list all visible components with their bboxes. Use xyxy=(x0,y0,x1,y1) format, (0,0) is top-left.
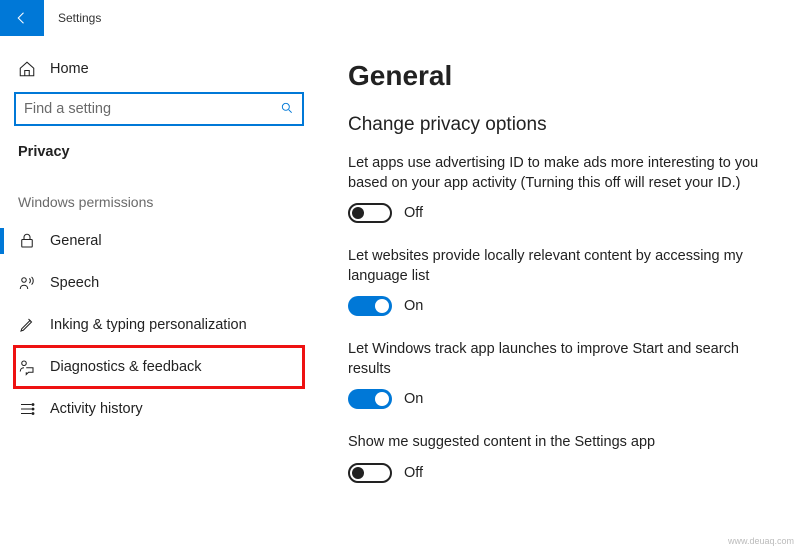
sidebar-item-activity[interactable]: Activity history xyxy=(14,388,304,430)
group-header: Windows permissions xyxy=(18,194,304,210)
sidebar-item-diagnostics[interactable]: Diagnostics & feedback xyxy=(14,346,304,388)
title-bar: Settings xyxy=(0,0,800,36)
option-advertising-id: Let apps use advertising ID to make ads … xyxy=(348,154,770,223)
page-subtitle: Change privacy options xyxy=(348,114,770,136)
search-box[interactable] xyxy=(14,92,304,126)
search-icon xyxy=(280,101,294,118)
watermark: www.deuaq.com xyxy=(728,536,794,546)
toggle-state-label: On xyxy=(404,298,423,314)
sidebar-item-label: Speech xyxy=(50,275,99,291)
option-track-launches: Let Windows track app launches to improv… xyxy=(348,340,770,409)
sidebar: Home Privacy Windows permissions General… xyxy=(0,36,318,550)
toggle-language-list[interactable] xyxy=(348,296,392,316)
option-text: Let Windows track app launches to improv… xyxy=(348,340,770,379)
toggle-advertising-id[interactable] xyxy=(348,203,392,223)
sidebar-item-inking[interactable]: Inking & typing personalization xyxy=(14,304,304,346)
option-text: Let websites provide locally relevant co… xyxy=(348,247,770,286)
feedback-icon xyxy=(18,358,36,376)
toggle-suggested-content[interactable] xyxy=(348,463,392,483)
search-input[interactable] xyxy=(24,101,280,117)
sidebar-item-label: Activity history xyxy=(50,401,143,417)
sidebar-item-label: Inking & typing personalization xyxy=(50,317,247,333)
arrow-left-icon xyxy=(13,9,31,27)
app-title: Settings xyxy=(58,11,101,25)
back-button[interactable] xyxy=(0,0,44,36)
toggle-state-label: On xyxy=(404,391,423,407)
sidebar-item-general[interactable]: General xyxy=(14,220,304,262)
sidebar-item-label: Diagnostics & feedback xyxy=(50,359,202,375)
sidebar-item-speech[interactable]: Speech xyxy=(14,262,304,304)
content-pane: General Change privacy options Let apps … xyxy=(318,36,800,550)
toggle-track-launches[interactable] xyxy=(348,389,392,409)
toggle-state-label: Off xyxy=(404,205,423,221)
section-header: Privacy xyxy=(14,144,304,160)
option-suggested-content: Show me suggested content in the Setting… xyxy=(348,433,770,483)
toggle-state-label: Off xyxy=(404,465,423,481)
page-title: General xyxy=(348,60,770,92)
home-label: Home xyxy=(50,61,89,77)
speech-icon xyxy=(18,274,36,292)
home-button[interactable]: Home xyxy=(14,54,304,92)
option-text: Let apps use advertising ID to make ads … xyxy=(348,154,770,193)
history-icon xyxy=(18,400,36,418)
sidebar-item-label: General xyxy=(50,233,102,249)
option-language-list: Let websites provide locally relevant co… xyxy=(348,247,770,316)
pen-icon xyxy=(18,316,36,334)
lock-icon xyxy=(18,232,36,250)
option-text: Show me suggested content in the Setting… xyxy=(348,433,770,453)
home-icon xyxy=(18,60,36,78)
